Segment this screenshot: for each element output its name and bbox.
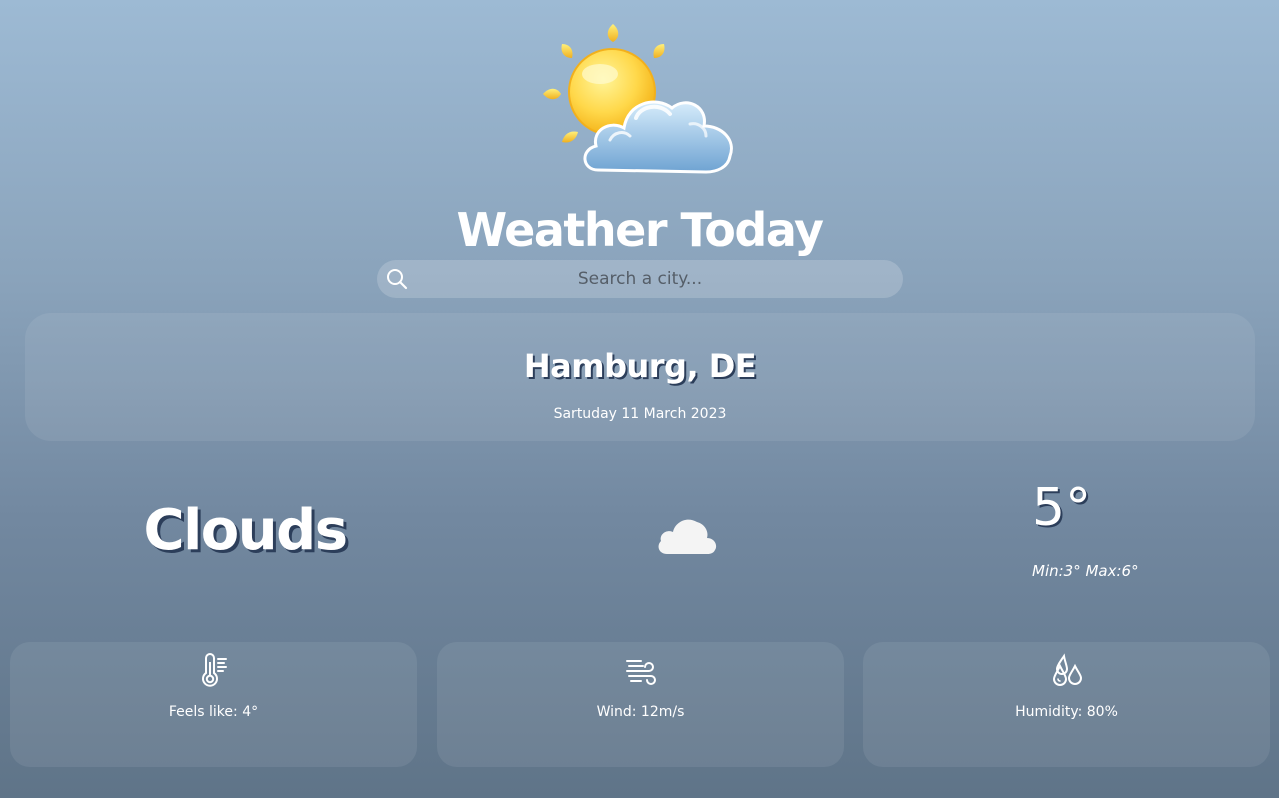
sun-behind-cloud-icon — [543, 24, 733, 174]
current-temperature: 5° — [1032, 478, 1092, 538]
city-name: Hamburg, DE — [523, 347, 757, 385]
location-card: Hamburg, DE Sartuday 11 March 2023 — [25, 313, 1255, 441]
current-date: Sartuday 11 March 2023 — [553, 406, 727, 422]
search-bar[interactable] — [377, 260, 903, 298]
feels-like-label: Feels like: 4° — [168, 704, 259, 720]
min-max-temperature: Min:3° Max:6° — [1032, 562, 1139, 580]
wind-icon — [623, 652, 659, 688]
humidity-label: Humidity: 80% — [1015, 704, 1118, 720]
humidity-card: Humidity: 80% — [863, 642, 1270, 767]
weather-condition: Clouds — [143, 498, 348, 563]
search-input[interactable] — [417, 260, 863, 298]
wind-card: Wind: 12m/s — [437, 642, 844, 767]
cloud-icon — [655, 514, 719, 558]
weather-logo — [540, 22, 740, 182]
feels-like-card: Feels like: 4° — [10, 642, 417, 767]
search-icon[interactable] — [385, 267, 409, 291]
humidity-icon — [1049, 652, 1085, 688]
app-title: Weather Today — [456, 203, 824, 257]
thermometer-icon — [196, 652, 232, 688]
wind-label: Wind: 12m/s — [596, 704, 685, 720]
